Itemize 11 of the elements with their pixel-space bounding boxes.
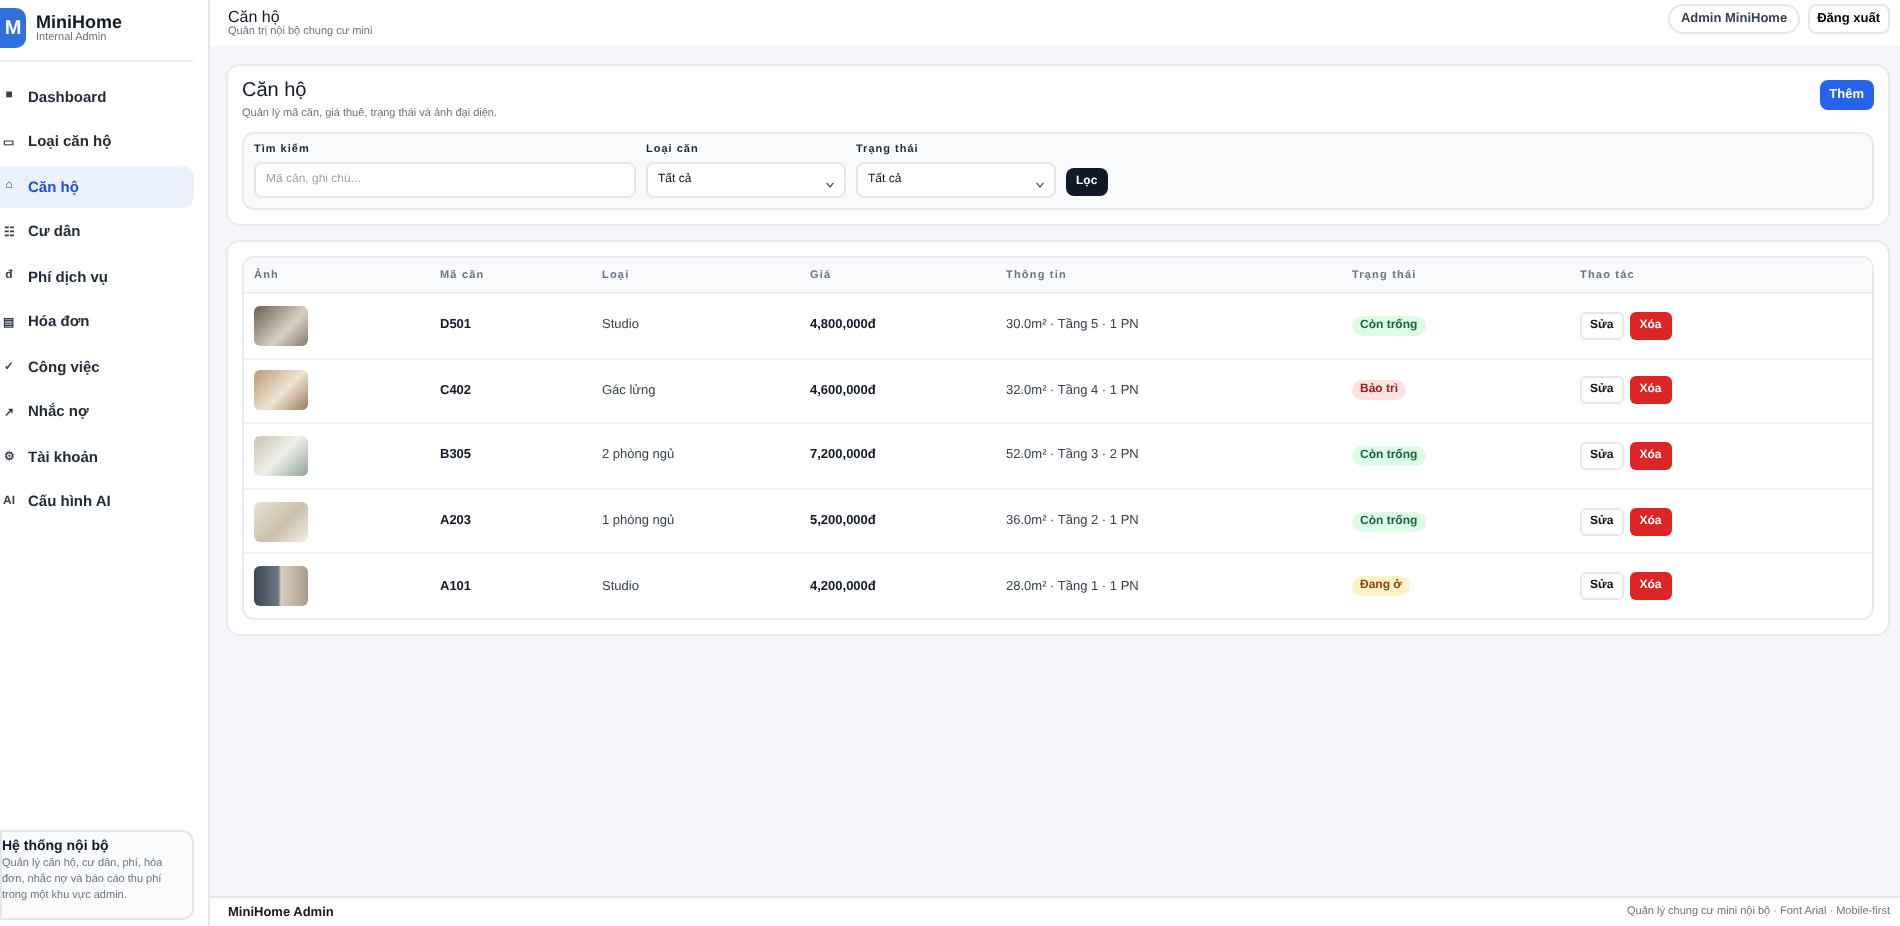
caret-icon <box>826 182 834 188</box>
caret-icon <box>1036 182 1044 188</box>
photo-placeholder <box>254 501 308 542</box>
photo-placeholder <box>254 370 308 411</box>
photo-placeholder <box>254 435 308 476</box>
photo-placeholder <box>254 305 308 346</box>
brand-name: MiniHome <box>36 12 123 32</box>
photo-placeholder <box>254 566 308 607</box>
panel-title: Căn hộ <box>242 80 309 102</box>
page-title: Căn hộ <box>228 8 282 26</box>
brand-logo: M <box>0 8 26 48</box>
